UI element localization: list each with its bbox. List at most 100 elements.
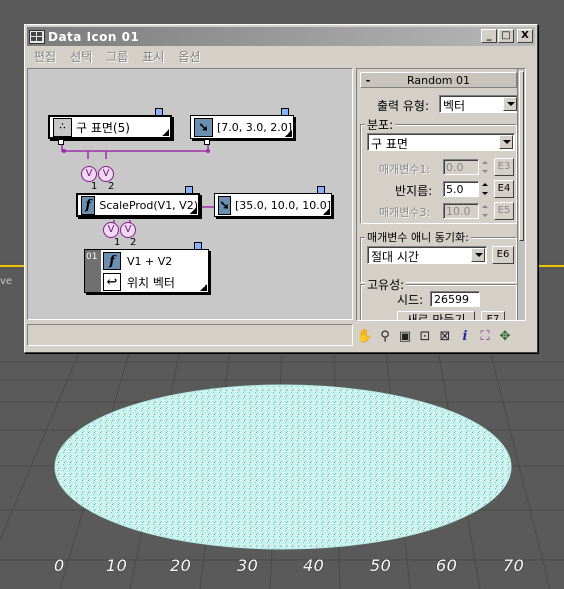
rollout-header[interactable]: - Random 01 (360, 72, 517, 88)
port-number: 1 (114, 237, 121, 248)
operator-id: 01 (85, 250, 101, 292)
node-label: [35.0, 10.0, 10.0] (234, 198, 331, 212)
properties-rollout: - Random 01 출력 유형: 벡터 분포: 구 표면 매개변수1: 0.… (356, 68, 526, 321)
node-label: [7.0, 3.0, 2.0] (217, 120, 293, 134)
input-socket[interactable]: V (98, 166, 114, 182)
seed-label: 시드: (397, 293, 424, 307)
data-icon-window: Data Icon 01 _ □ X 편집 선택 그룹 표시 옵션 ∴ 구 표면… (24, 24, 538, 353)
axis-label: 10 (106, 556, 128, 575)
port-number: 1 (91, 181, 98, 192)
navigator-icon[interactable]: ✥ (496, 327, 514, 345)
menu-select[interactable]: 선택 (70, 48, 92, 65)
radius-field[interactable]: 5.0 (443, 181, 479, 197)
axis-label: 50 (370, 556, 392, 575)
seed-wire-button[interactable]: E7 (481, 311, 505, 320)
radius-wire-button[interactable]: E4 (494, 180, 514, 198)
function-icon: f (103, 252, 121, 270)
node-label: ScaleProd(V1, V2) (99, 198, 198, 212)
maximize-button[interactable]: □ (498, 29, 514, 43)
menu-bar: 편집 선택 그룹 표시 옵션 (27, 47, 207, 65)
zoom-region-icon[interactable]: ▣ (396, 327, 414, 345)
operator-expression: V1 + V2 (127, 254, 173, 268)
output-port[interactable] (204, 139, 210, 145)
node-scaleprod[interactable]: f ScaleProd(V1, V2) (76, 193, 200, 217)
menu-options[interactable]: 옵션 (178, 48, 200, 65)
minimize-button[interactable]: _ (481, 29, 497, 43)
distribution-value: 구 표면 (371, 137, 408, 151)
node-corner-handle (323, 208, 330, 215)
node-pin[interactable] (317, 186, 325, 194)
node-vector-1[interactable]: ➘ [7.0, 3.0, 2.0] (190, 115, 294, 139)
title-bar[interactable]: Data Icon 01 _ □ X (27, 27, 535, 46)
distribution-title: 분포: (365, 116, 396, 133)
output-type-label: 출력 유형: (377, 99, 430, 113)
position-output-icon: ↩ (103, 273, 121, 291)
zoom-extents-icon[interactable]: ⊡ (416, 327, 434, 345)
input-socket[interactable]: V (120, 222, 136, 238)
param3-field: 10.0 (443, 203, 479, 219)
param3-label: 매개변수3: (379, 206, 431, 219)
param1-spinner-arrows (481, 159, 490, 175)
seed-field[interactable]: 26599 (430, 291, 480, 307)
distribution-dropdown[interactable]: 구 표면 (367, 133, 515, 151)
output-type-dropdown[interactable]: 벡터 (439, 95, 519, 113)
input-socket[interactable]: V (81, 166, 97, 182)
menu-display[interactable]: 표시 (142, 48, 164, 65)
port-number: 2 (108, 181, 115, 192)
status-bar (27, 324, 353, 346)
zoom-icon[interactable]: ⚲ (376, 327, 394, 345)
node-pin[interactable] (281, 108, 289, 116)
window-title: Data Icon 01 (48, 29, 140, 44)
chevron-down-icon (503, 97, 517, 111)
node-pin[interactable] (194, 242, 202, 250)
scroll-thumb[interactable] (519, 71, 524, 241)
schematic-view[interactable]: ∴ 구 표면(5) ➘ [7.0, 3.0, 2.0] V V 1 2 f Sc… (27, 68, 353, 320)
node-pin[interactable] (185, 186, 193, 194)
axis-label: 20 (170, 556, 192, 575)
viewport-side-label: ve (0, 276, 13, 287)
node-corner-handle (200, 284, 207, 291)
radius-label: 반지름: (395, 184, 433, 198)
function-icon: f (81, 195, 96, 215)
axis-label: 0 (54, 556, 65, 575)
node-sphere-surface[interactable]: ∴ 구 표면(5) (48, 115, 172, 139)
vector-arrow-icon: ➘ (218, 195, 231, 215)
rollout-scrollbar[interactable] (517, 69, 525, 320)
axis-label: 70 (503, 556, 525, 575)
anim-sync-dropdown[interactable]: 절대 시간 (367, 246, 487, 264)
output-port[interactable] (58, 139, 64, 145)
node-operator[interactable]: 01 f V1 + V2 ↩ 위치 벡터 (84, 249, 209, 293)
radius-spinner-arrows[interactable] (481, 181, 490, 197)
menu-edit[interactable]: 편집 (34, 48, 56, 65)
new-seed-button[interactable]: 새로 만들기 (397, 311, 475, 320)
chevron-down-icon (471, 248, 485, 262)
axis-label: 30 (237, 556, 259, 575)
param1-wire-button: E3 (494, 158, 514, 176)
info-icon[interactable]: i (456, 327, 474, 345)
param3-wire-button: E5 (494, 202, 514, 220)
node-vector-2[interactable]: ➘ [35.0, 10.0, 10.0] (214, 193, 332, 217)
anim-sync-wire-button[interactable]: E6 (492, 246, 514, 264)
menu-group[interactable]: 그룹 (106, 48, 128, 65)
delete-icon[interactable]: ⊠ (436, 327, 454, 345)
param1-label: 매개변수1: (379, 163, 431, 176)
node-corner-handle (162, 129, 169, 136)
chevron-down-icon (499, 135, 513, 149)
select-all-icon[interactable]: ⛶ (476, 327, 494, 345)
anim-sync-title: 매개변수 애니 동기화: (365, 229, 471, 245)
close-button[interactable]: X (517, 29, 533, 43)
node-corner-handle (285, 130, 292, 137)
hand-pan-icon[interactable]: ✋ (356, 327, 374, 345)
port-number: 2 (130, 237, 137, 248)
particle-cloud (55, 385, 511, 549)
data-icon-icon (29, 29, 45, 44)
input-socket[interactable]: V (103, 222, 119, 238)
param1-field: 0.0 (443, 159, 479, 175)
param3-spinner-arrows (481, 203, 490, 219)
axis-label: 40 (303, 556, 325, 575)
node-pin[interactable] (155, 108, 163, 116)
node-corner-handle (190, 207, 197, 214)
vector-arrow-icon: ➘ (194, 117, 213, 137)
sphere-surface-icon: ∴ (53, 117, 72, 137)
rollout-title: Random 01 (406, 73, 471, 87)
